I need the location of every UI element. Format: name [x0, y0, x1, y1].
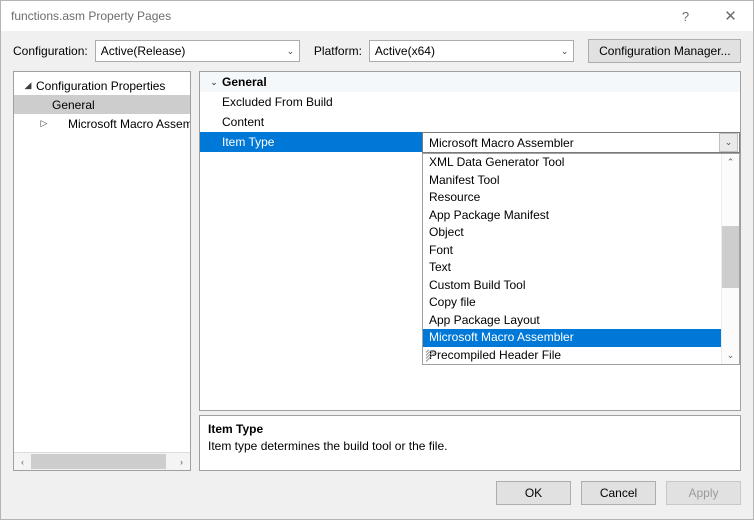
dropdown-option[interactable]: Object — [423, 224, 721, 242]
dialog-body: ◢ Configuration Properties General ▷ Mic… — [1, 71, 753, 471]
dropdown-options[interactable]: XML Data Generator Tool Manifest Tool Re… — [423, 154, 721, 364]
scrollbar-track[interactable] — [31, 453, 173, 470]
property-name: Item Type — [200, 132, 422, 152]
property-grid: ⌄ General Excluded From Build Content It… — [199, 71, 741, 411]
tree-node-label: Microsoft Macro Assemble — [68, 116, 190, 131]
configuration-manager-button[interactable]: Configuration Manager... — [588, 39, 741, 63]
tree-node-configuration-properties[interactable]: ◢ Configuration Properties — [14, 76, 190, 95]
dropdown-option[interactable]: Resource — [423, 189, 721, 207]
dropdown-option[interactable]: App Package Layout — [423, 312, 721, 330]
scroll-up-icon[interactable]: ⌃ — [722, 154, 739, 171]
dropdown-option[interactable]: Text — [423, 259, 721, 277]
dropdown-option[interactable]: Custom Build Tool — [423, 277, 721, 295]
property-pages-dialog: functions.asm Property Pages ? ✕ Configu… — [0, 0, 754, 520]
tree-node-microsoft-macro-assembler[interactable]: ▷ Microsoft Macro Assemble — [14, 114, 190, 133]
scrollbar-thumb[interactable] — [31, 454, 166, 469]
ok-button[interactable]: OK — [496, 481, 571, 505]
dropdown-option[interactable]: App Package Manifest — [423, 207, 721, 225]
dropdown-option[interactable]: Copy file — [423, 294, 721, 312]
dropdown-option[interactable]: XML Data Generator Tool — [423, 154, 721, 172]
expander-expanded-icon[interactable]: ◢ — [20, 80, 36, 91]
item-type-combobox[interactable]: Microsoft Macro Assembler ⌄ — [422, 132, 740, 153]
tree-node-general[interactable]: General — [14, 95, 190, 114]
configuration-bar: Configuration: Active(Release) ⌄ Platfor… — [1, 31, 753, 71]
tree-horizontal-scrollbar[interactable]: ‹ › — [14, 452, 190, 470]
property-row-content[interactable]: Content — [200, 112, 740, 132]
scrollbar-thumb[interactable] — [722, 226, 739, 288]
platform-combobox[interactable]: Active(x64) ⌄ — [368, 40, 575, 62]
window-controls: ? ✕ — [663, 1, 753, 31]
close-icon[interactable]: ✕ — [708, 1, 753, 31]
dropdown-scrollbar[interactable]: ⌃ ⌄ — [721, 154, 739, 364]
chevron-down-icon[interactable]: ⌄ — [719, 133, 738, 152]
resize-grip-icon[interactable] — [424, 347, 440, 363]
description-title: Item Type — [208, 422, 264, 436]
configuration-tree: ◢ Configuration Properties General ▷ Mic… — [14, 72, 190, 452]
dropdown-option[interactable]: Manifest Tool — [423, 172, 721, 190]
tree-node-label: General — [52, 97, 95, 112]
apply-button: Apply — [666, 481, 741, 505]
property-name: Content — [222, 115, 265, 129]
property-category-general[interactable]: ⌄ General — [200, 72, 740, 92]
configuration-tree-pane: ◢ Configuration Properties General ▷ Mic… — [13, 71, 191, 471]
category-name: ⌄ General — [200, 72, 422, 92]
category-value — [422, 72, 740, 92]
window-title: functions.asm Property Pages — [11, 9, 172, 23]
property-value[interactable] — [422, 92, 740, 112]
chevron-down-icon: ⌄ — [286, 45, 295, 56]
chevron-down-icon: ⌄ — [560, 45, 569, 56]
platform-value: Active(x64) — [374, 44, 435, 58]
property-row-excluded-from-build[interactable]: Excluded From Build — [200, 92, 740, 112]
configuration-combobox[interactable]: Active(Release) ⌄ — [94, 40, 300, 62]
dropdown-option[interactable]: Font — [423, 242, 721, 260]
cancel-button[interactable]: Cancel — [581, 481, 656, 505]
platform-label: Platform: — [313, 44, 362, 58]
scroll-down-icon[interactable]: ⌄ — [722, 347, 739, 364]
configuration-label: Configuration: — [13, 44, 88, 58]
description-pane: Item Type Item type determines the build… — [199, 415, 741, 471]
description-text: Item type determines the build tool or t… — [208, 439, 448, 453]
expander-collapsed-icon[interactable]: ▷ — [36, 118, 52, 129]
property-name: Excluded From Build — [222, 95, 333, 109]
item-type-value: Microsoft Macro Assembler — [429, 135, 574, 150]
dialog-footer: OK Cancel Apply — [1, 467, 753, 519]
dropdown-option[interactable]: Precompiled Header File — [423, 347, 721, 365]
chevron-down-icon[interactable]: ⌄ — [206, 72, 222, 92]
title-bar: functions.asm Property Pages ? ✕ — [1, 1, 753, 31]
category-label: General — [222, 75, 267, 89]
tree-node-label: Configuration Properties — [36, 78, 166, 93]
scrollbar-track[interactable] — [722, 171, 739, 347]
property-value[interactable] — [422, 112, 740, 132]
help-icon[interactable]: ? — [663, 1, 708, 31]
property-pane: ⌄ General Excluded From Build Content It… — [199, 71, 741, 471]
configuration-value: Active(Release) — [100, 44, 186, 58]
dropdown-option-selected[interactable]: Microsoft Macro Assembler — [423, 329, 721, 347]
item-type-dropdown-list[interactable]: XML Data Generator Tool Manifest Tool Re… — [422, 153, 740, 365]
